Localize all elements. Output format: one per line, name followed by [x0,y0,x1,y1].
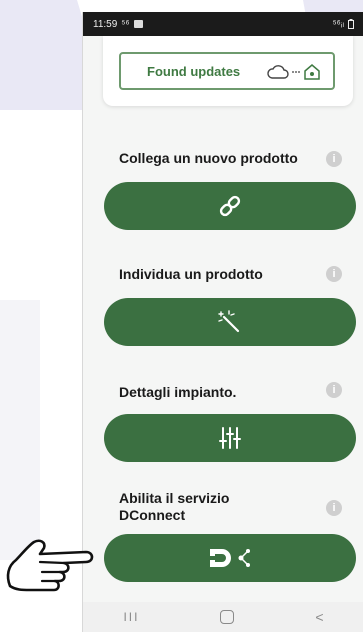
section-title-collega: Collega un nuovo prodotto [119,150,298,166]
back-button[interactable]: < [315,609,323,625]
individua-prodotto-button[interactable] [104,298,356,346]
home-button[interactable] [220,610,235,624]
section-title-individua: Individua un prodotto [119,266,263,282]
sliders-icon [219,427,241,449]
found-updates-button[interactable]: Found updates [119,52,335,90]
pointing-hand-icon [6,539,94,592]
dconnect-button[interactable] [104,534,356,582]
phone-screen: 11:59 ⁵⁶ ⁵⁶ᵢₗ Found updates Collega un n… [82,12,363,632]
updates-card: Found updates [103,36,353,106]
found-updates-label: Found updates [147,63,241,79]
cloud-icon [267,65,289,79]
recents-button[interactable]: III [123,610,139,624]
info-icon[interactable]: i [326,151,342,167]
link-icon [219,195,241,217]
status-left-icons: ⁵⁶ [121,18,130,30]
magic-wand-icon [218,310,240,333]
dconnect-logo-icon [210,549,250,567]
status-left: 11:59 ⁵⁶ [93,19,143,30]
home-icon [304,64,320,80]
section-title-dconnect: Abilita il servizio DConnect [119,490,230,523]
status-right: ⁵⁶ᵢₗ [332,18,354,30]
updates-icons [267,63,321,81]
section-title-dettagli: Dettagli impianto. [119,384,237,400]
gallery-icon [133,20,143,28]
status-right-icons: ⁵⁶ᵢₗ [332,18,345,30]
battery-icon [348,19,354,29]
info-icon[interactable]: i [326,266,342,282]
info-icon[interactable]: i [326,382,342,398]
collega-prodotto-button[interactable] [104,182,356,230]
dots-connector-icon [292,71,300,73]
info-icon[interactable]: i [326,500,342,516]
dettagli-impianto-button[interactable] [104,414,356,462]
status-bar: 11:59 ⁵⁶ ⁵⁶ᵢₗ [83,12,363,36]
status-time: 11:59 [93,18,118,30]
android-nav-bar: III < [83,602,363,632]
